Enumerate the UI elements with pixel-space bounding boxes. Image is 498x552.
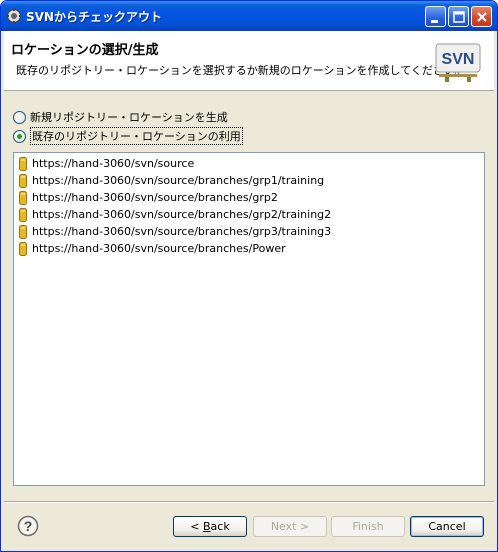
- wizard-content: 新規リポジトリー・ロケーションを生成 既存のリポジトリー・ロケーションの利用 h…: [4, 92, 494, 492]
- back-button[interactable]: < Back: [173, 516, 247, 537]
- repository-icon: [19, 207, 27, 222]
- repository-url: https://hand-3060/svn/source/branches/gr…: [32, 208, 332, 221]
- list-item[interactable]: https://hand-3060/svn/source/branches/gr…: [19, 172, 324, 189]
- next-button[interactable]: Next >: [253, 516, 327, 537]
- wizard-header: ロケーションの選択/生成 既存のリポジトリー・ロケーションを選択するか新規のロケ…: [4, 31, 494, 91]
- radio-create-new-label: 新規リポジトリー・ロケーションを生成: [30, 111, 228, 124]
- minimize-button[interactable]: [425, 6, 446, 27]
- list-item[interactable]: https://hand-3060/svn/source/branches/gr…: [19, 189, 278, 206]
- back-button-prefix: <: [190, 520, 203, 533]
- repository-icon: [19, 190, 27, 205]
- repository-icon: [19, 241, 27, 256]
- repository-list[interactable]: https://hand-3060/svn/source https://han…: [13, 152, 485, 486]
- repository-icon: [19, 224, 27, 239]
- repository-url: https://hand-3060/svn/source: [32, 157, 195, 170]
- repository-url: https://hand-3060/svn/source/branches/gr…: [32, 191, 278, 204]
- checkout-dialog: SVNからチェックアウト ロケーションの選択/生成 既存のリポジトリー・ロケーシ…: [0, 0, 498, 552]
- finish-button[interactable]: Finish: [331, 516, 405, 537]
- radio-use-existing[interactable]: 既存のリポジトリー・ロケーションの利用: [13, 127, 243, 145]
- radio-use-existing-button[interactable]: [13, 129, 26, 143]
- close-button[interactable]: [471, 6, 492, 27]
- page-description: 既存のリポジトリー・ロケーションを選択するか新規のロケーションを作成してください…: [16, 64, 466, 77]
- gear-icon: [6, 8, 22, 24]
- close-icon: [477, 12, 487, 22]
- cancel-button[interactable]: Cancel: [410, 516, 484, 537]
- list-item[interactable]: https://hand-3060/svn/source/branches/gr…: [19, 223, 331, 240]
- repository-url: https://hand-3060/svn/source/branches/Po…: [32, 242, 286, 255]
- minimize-icon: [431, 20, 438, 23]
- title-bar[interactable]: SVNからチェックアウト: [1, 1, 497, 31]
- window-title: SVNからチェックアウト: [26, 10, 162, 24]
- page-title: ロケーションの選択/生成: [11, 43, 159, 58]
- repository-url: https://hand-3060/svn/source/branches/gr…: [32, 225, 332, 238]
- footer-separator: [4, 501, 494, 503]
- maximize-icon: [453, 11, 465, 23]
- radio-create-new[interactable]: 新規リポジトリー・ロケーションを生成: [13, 109, 228, 125]
- back-button-mnemonic: B: [203, 520, 211, 533]
- radio-create-new-button[interactable]: [13, 110, 26, 124]
- back-button-rest: ack: [210, 520, 230, 533]
- list-item[interactable]: https://hand-3060/svn/source: [19, 155, 194, 172]
- list-item[interactable]: https://hand-3060/svn/source/branches/gr…: [19, 206, 331, 223]
- repository-url: https://hand-3060/svn/source/branches/gr…: [32, 174, 325, 187]
- repository-icon: [19, 173, 27, 188]
- svn-logo-icon: SVN: [435, 43, 481, 82]
- list-item[interactable]: https://hand-3060/svn/source/branches/Po…: [19, 240, 286, 257]
- maximize-button[interactable]: [448, 6, 469, 27]
- svg-text:?: ?: [24, 518, 33, 534]
- repository-icon: [19, 156, 27, 171]
- help-icon[interactable]: ?: [17, 515, 39, 537]
- radio-use-existing-label: 既存のリポジトリー・ロケーションの利用: [30, 127, 243, 145]
- svn-logo-text: SVN: [442, 51, 475, 68]
